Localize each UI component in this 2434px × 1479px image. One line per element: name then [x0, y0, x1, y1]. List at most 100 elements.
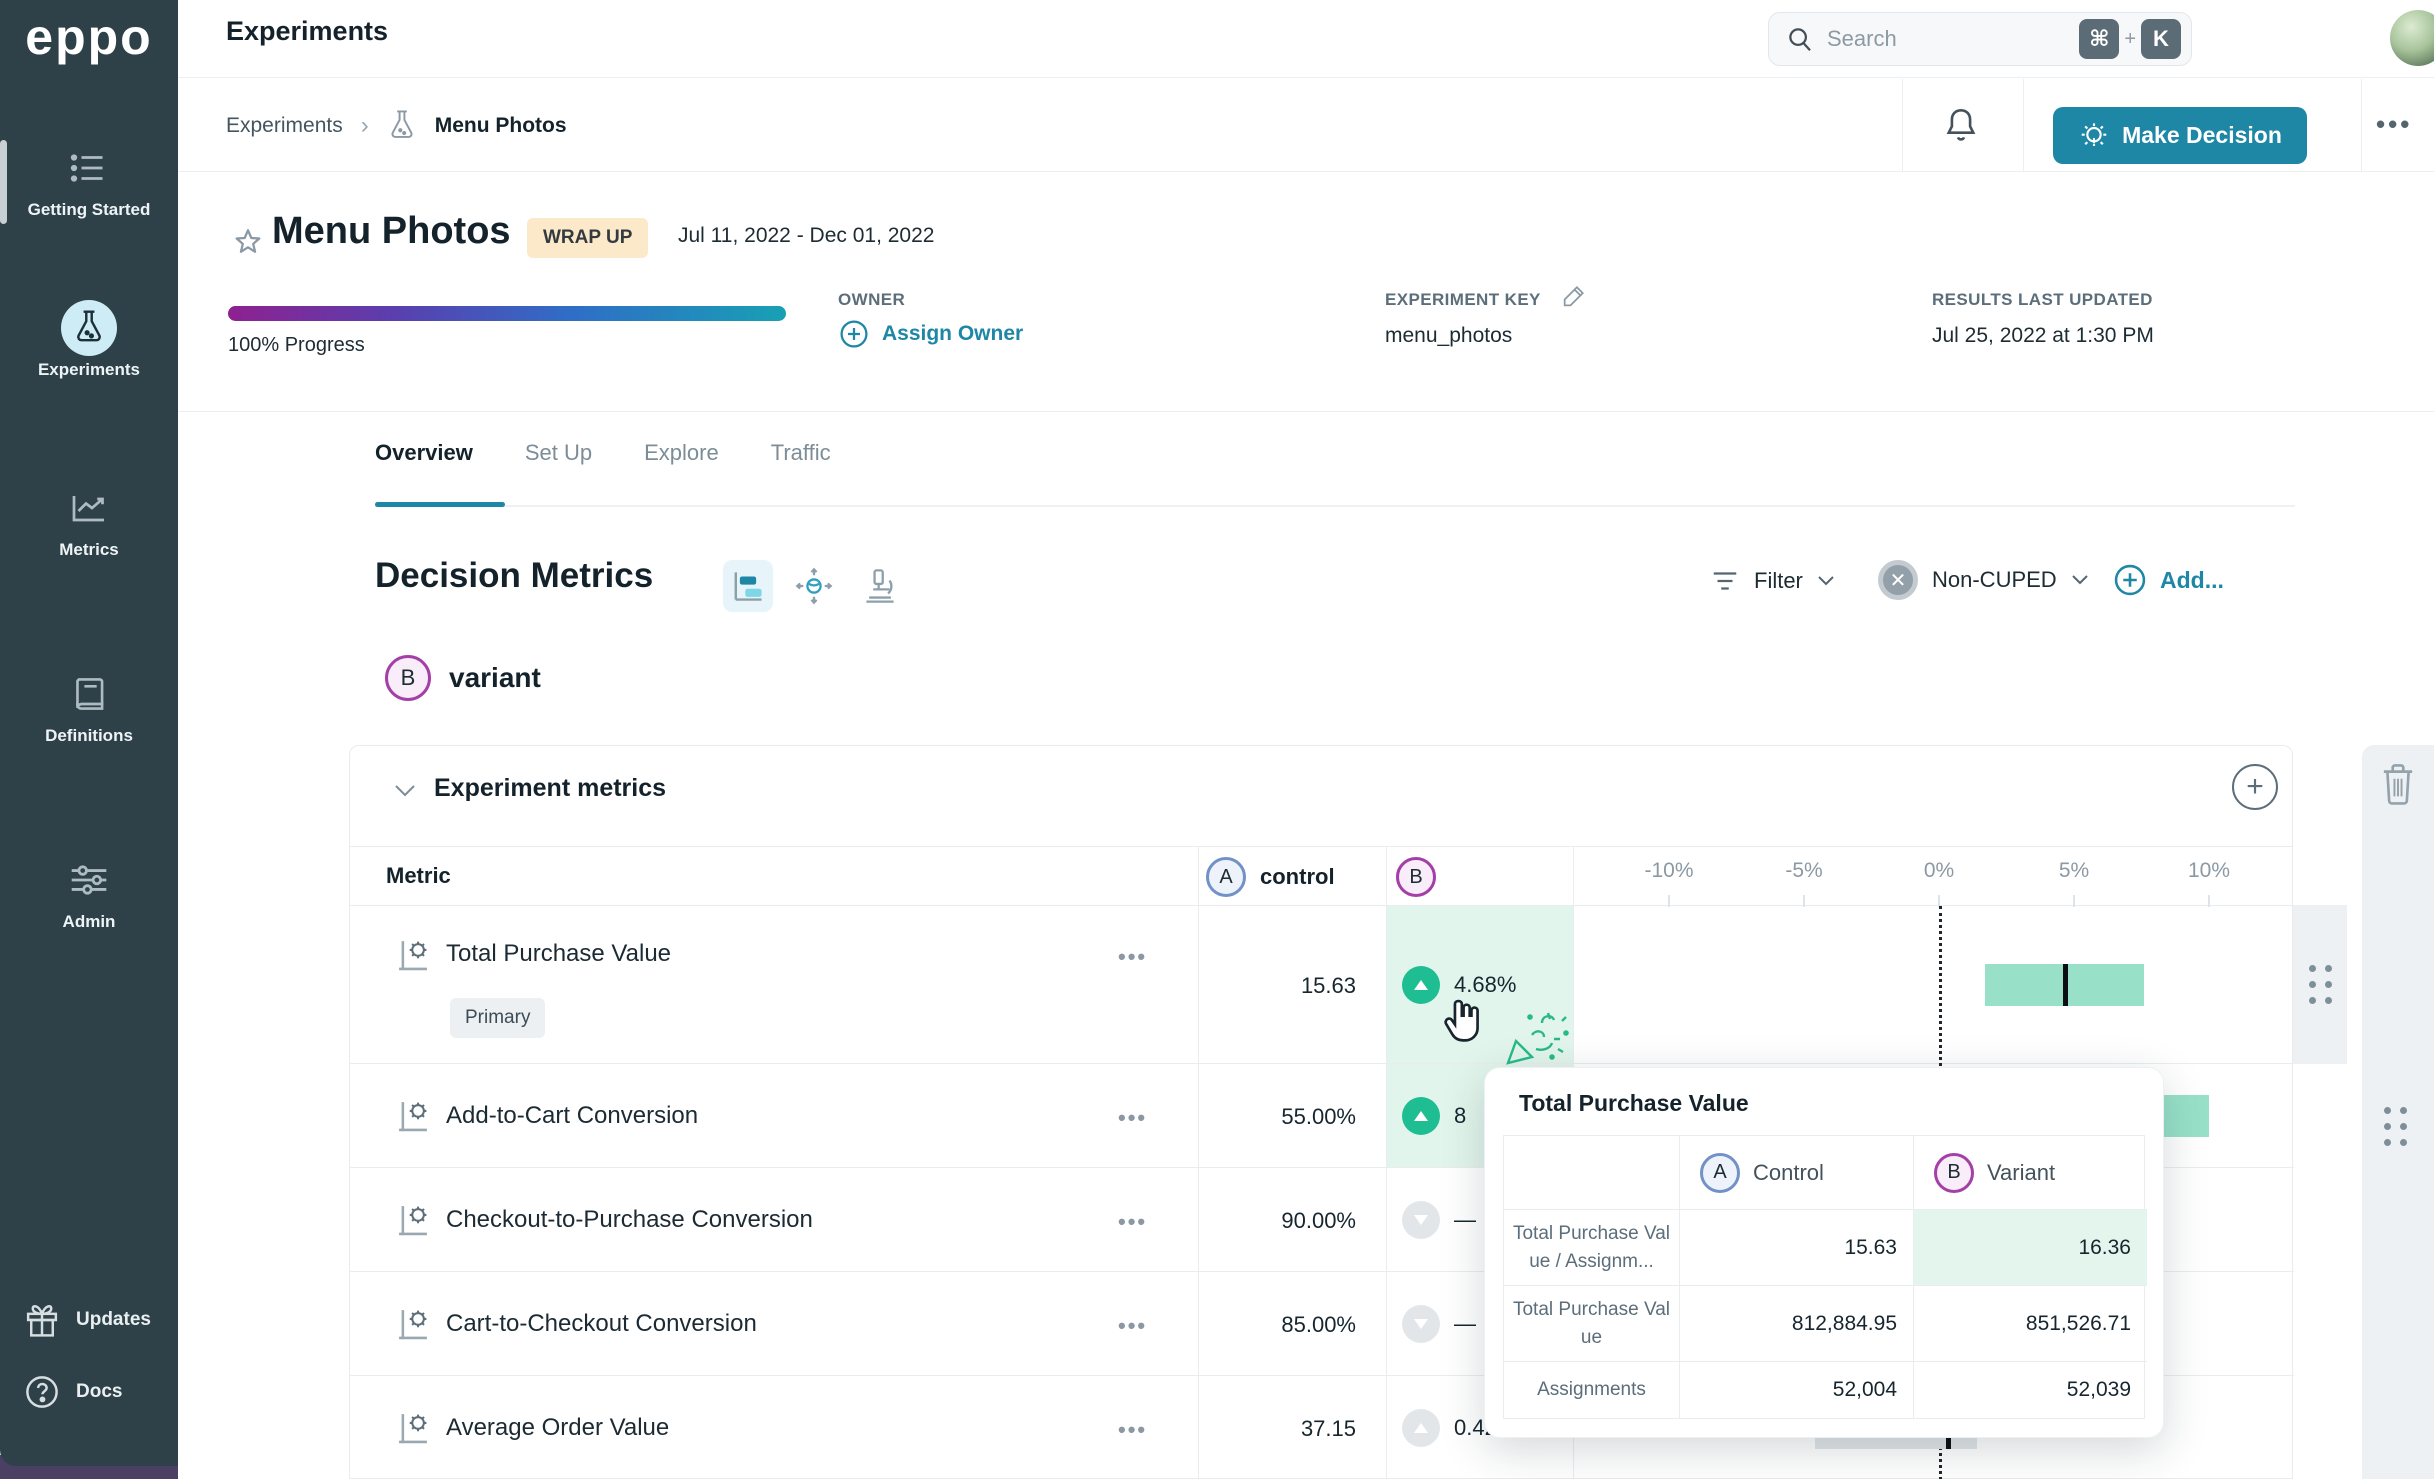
add-metric-circle-button[interactable]: +	[2232, 764, 2278, 810]
treatment-column-header: B	[1396, 857, 1436, 897]
assign-owner-label: Assign Owner	[882, 322, 1023, 346]
metric-more-button[interactable]: •••	[1118, 1417, 1147, 1443]
tab-set-up[interactable]: Set Up	[525, 440, 592, 474]
lift-direction-badge[interactable]	[1402, 1305, 1440, 1343]
metric-name: Add-to-Cart Conversion	[446, 1102, 698, 1130]
control-a-badge: A	[1700, 1153, 1740, 1193]
breadcrumb-row: Experiments › Menu Photos Make Decision …	[178, 79, 2434, 172]
table-header: Metric A control B -10%-5%0%5%10%	[350, 846, 2292, 906]
sidebar-item-admin[interactable]: Admin	[0, 852, 178, 932]
results-updated-label: RESULTS LAST UPDATED	[1932, 290, 2153, 310]
filter-icon	[1710, 568, 1740, 594]
lift-direction-badge[interactable]	[1402, 966, 1440, 1004]
axis-tick-label: -5%	[1785, 859, 1822, 883]
tooltip-row: Total Purchase Value812,884.95851,526.71	[1504, 1286, 2144, 1362]
gift-icon	[22, 1300, 62, 1340]
sidebar-item-experiments[interactable]: Experiments	[0, 300, 178, 380]
divider	[2361, 79, 2362, 172]
lift-direction-badge[interactable]	[1402, 1201, 1440, 1239]
right-rail	[2362, 745, 2434, 1479]
sliders-icon	[0, 852, 178, 908]
sidebar-footer-docs[interactable]: Docs	[22, 1372, 122, 1412]
tooltip-variant-value: 16.36	[1914, 1210, 2147, 1286]
search-input[interactable]: Search ⌘ + K	[1768, 12, 2192, 66]
cuped-label: Non-CUPED	[1932, 567, 2057, 593]
tab-traffic[interactable]: Traffic	[771, 440, 831, 474]
make-decision-button[interactable]: Make Decision	[2053, 107, 2307, 164]
topbar: Experiments Search ⌘ + K	[178, 0, 2434, 78]
owner-label: OWNER	[838, 290, 905, 310]
lift-value: 8	[1454, 1103, 1466, 1129]
add-metric-button[interactable]: Add...	[2112, 562, 2224, 598]
variant-label: variant	[449, 662, 541, 694]
tab-underline-track	[375, 505, 2295, 507]
control-column-header: A control	[1206, 857, 1335, 897]
sidebar-footer-updates[interactable]: Updates	[22, 1300, 151, 1340]
experiment-key-value: menu_photos	[1385, 324, 1512, 348]
assign-owner-button[interactable]: Assign Owner	[838, 318, 1023, 350]
status-badge: WRAP UP	[527, 218, 648, 258]
breadcrumb-experiments[interactable]: Experiments	[226, 114, 343, 138]
add-label: Add...	[2160, 567, 2224, 594]
progress-bar	[228, 306, 786, 321]
metric-name: Average Order Value	[446, 1414, 669, 1442]
tab-explore[interactable]: Explore	[644, 440, 719, 474]
lift-value: —	[1454, 1311, 1476, 1337]
page-title: Experiments	[226, 16, 388, 47]
metric-more-button[interactable]: •••	[1118, 1105, 1147, 1131]
lift-direction-badge[interactable]	[1402, 1409, 1440, 1447]
variant-b-badge: B	[385, 655, 431, 701]
favorite-star-icon[interactable]	[232, 226, 264, 258]
sidebar-item-metrics[interactable]: Metrics	[0, 480, 178, 560]
confetti-celebration-icon	[1502, 1005, 1572, 1069]
sidebar: eppo Getting Started Experiments Metrics De…	[0, 0, 178, 1466]
microscope-icon[interactable]	[855, 560, 905, 612]
boxplot-view-icon[interactable]	[723, 560, 773, 612]
metric-more-button[interactable]: •••	[1118, 944, 1147, 970]
tooltip-control-header: A Control	[1680, 1136, 1914, 1210]
tooltip-row: Assignments52,00452,039	[1504, 1362, 2144, 1418]
cuped-dropdown[interactable]: ✕ Non-CUPED	[1878, 560, 2089, 600]
tooltip-variant-label: Variant	[1987, 1160, 2055, 1186]
filter-dropdown[interactable]: Filter	[1710, 568, 1835, 594]
flask-icon	[387, 109, 417, 143]
experiment-title: Menu Photos	[272, 210, 511, 253]
lift-value: 4.68%	[1454, 972, 1516, 998]
tooltip-row-label: Total Purchase Value	[1504, 1286, 1680, 1362]
decision-metrics-title: Decision Metrics	[375, 556, 653, 596]
avatar[interactable]	[2390, 10, 2434, 66]
sidebar-item-definitions[interactable]: Definitions	[0, 666, 178, 746]
tooltip-control-value: 812,884.95	[1680, 1286, 1914, 1362]
app-root: eppo Getting Started Experiments Metrics De…	[0, 0, 2434, 1479]
edit-pencil-icon[interactable]	[1560, 282, 1588, 310]
metric-more-button[interactable]: •••	[1118, 1313, 1147, 1339]
tooltip-row-label: Total Purchase Value / Assignm...	[1504, 1210, 1680, 1286]
rail-drag-handle[interactable]	[2384, 1107, 2407, 1146]
decision-gear-icon	[2078, 120, 2110, 152]
lift-value: —	[1454, 1207, 1476, 1233]
explore-move-icon[interactable]	[789, 560, 839, 612]
tooltip-control-value: 15.63	[1680, 1210, 1914, 1286]
more-options-button[interactable]: •••	[2376, 109, 2412, 140]
control-value: 85.00%	[1198, 1312, 1356, 1338]
notifications-bell-icon[interactable]	[1940, 105, 1982, 147]
results-updated-value: Jul 25, 2022 at 1:30 PM	[1932, 324, 2154, 348]
mouse-cursor-pointer	[1440, 996, 1486, 1046]
lift-direction-badge[interactable]	[1402, 1097, 1440, 1135]
chevron-down-icon	[1817, 575, 1835, 587]
sidebar-footer-label: Docs	[76, 1381, 122, 1403]
sidebar-item-label: Metrics	[0, 540, 178, 560]
metric-more-button[interactable]: •••	[1118, 1209, 1147, 1235]
sidebar-scroll-thumb[interactable]	[0, 140, 7, 224]
sidebar-item-getting-started[interactable]: Getting Started	[0, 140, 178, 220]
collapse-chevron-icon[interactable]	[392, 782, 418, 800]
k-key-badge: K	[2141, 19, 2181, 59]
cmd-key-badge: ⌘	[2079, 19, 2119, 59]
sidebar-item-label: Getting Started	[0, 200, 178, 220]
trash-icon[interactable]	[2376, 761, 2420, 807]
flask-icon	[61, 300, 117, 356]
eppo-logo: eppo	[0, 8, 178, 66]
row-drag-handle[interactable]	[2293, 905, 2347, 1064]
tab-overview[interactable]: Overview	[375, 440, 473, 474]
plus-circle-icon	[2112, 562, 2148, 598]
